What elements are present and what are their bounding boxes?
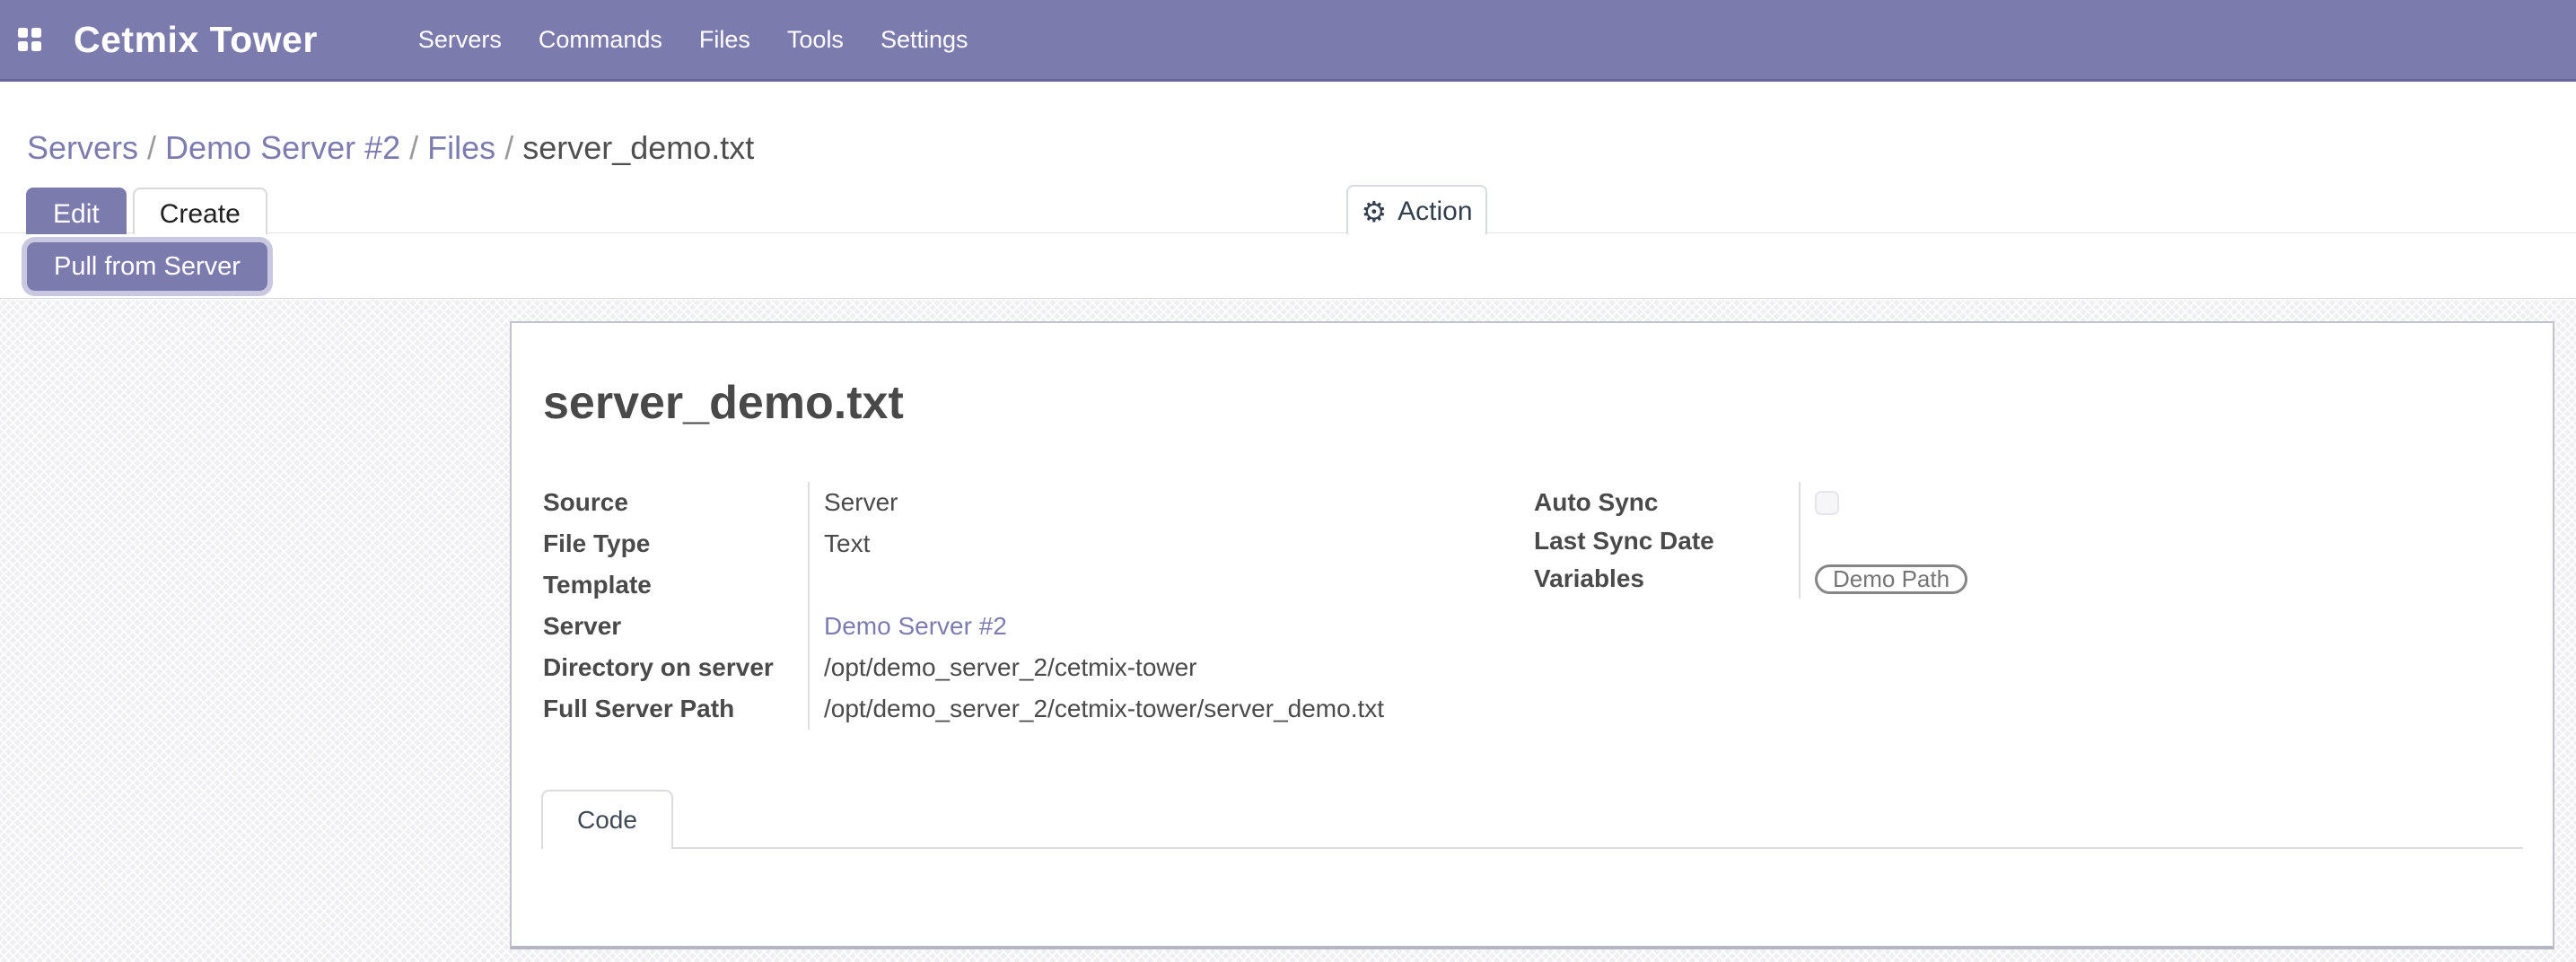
field-label-server: Server bbox=[541, 606, 808, 647]
field-group-left: Source Server File Type Text Template Se… bbox=[541, 482, 1532, 730]
field-value-source: Server bbox=[808, 482, 1532, 523]
auto-sync-checkbox[interactable] bbox=[1815, 491, 1839, 515]
notebook: Code bbox=[541, 790, 2523, 849]
breadcrumb: Servers/Demo Server #2/Files/server_demo… bbox=[27, 127, 754, 169]
field-label-file-type: File Type bbox=[541, 523, 808, 564]
field-label-last-sync-date: Last Sync Date bbox=[1532, 523, 1799, 559]
breadcrumb-link-files[interactable]: Files bbox=[427, 129, 495, 166]
breadcrumb-link-servers[interactable]: Servers bbox=[27, 129, 138, 166]
menu-item-tools[interactable]: Tools bbox=[787, 0, 844, 79]
breadcrumb-current: server_demo.txt bbox=[522, 129, 754, 166]
field-label-auto-sync: Auto Sync bbox=[1532, 482, 1799, 523]
menu-item-commands[interactable]: Commands bbox=[539, 0, 662, 79]
status-strip: Pull from Server bbox=[0, 234, 2576, 299]
form-buttons: Edit Create bbox=[26, 188, 267, 241]
field-value-last-sync-date bbox=[1799, 523, 2523, 559]
menu-item-settings[interactable]: Settings bbox=[881, 0, 968, 79]
breadcrumb-separator: / bbox=[400, 129, 427, 166]
field-group-right: Auto Sync Last Sync Date Variables Demo … bbox=[1532, 482, 2523, 730]
field-value-file-type: Text bbox=[808, 523, 1532, 564]
edit-button[interactable]: Edit bbox=[26, 188, 127, 241]
apps-grid-dot bbox=[31, 41, 41, 51]
variable-tag-demo-path[interactable]: Demo Path bbox=[1815, 564, 1967, 594]
record-title: server_demo.txt bbox=[543, 375, 2523, 431]
action-dropdown-button[interactable]: ⚙ Action bbox=[1346, 185, 1487, 239]
apps-grid-icon[interactable] bbox=[18, 28, 41, 51]
field-value-variables: Demo Path bbox=[1799, 559, 2523, 599]
control-panel: Servers/Demo Server #2/Files/server_demo… bbox=[0, 84, 2576, 233]
field-label-directory: Directory on server bbox=[541, 647, 808, 688]
menu-item-servers[interactable]: Servers bbox=[418, 0, 502, 79]
field-value-directory: /opt/demo_server_2/cetmix-tower bbox=[808, 647, 1532, 688]
field-value-full-path: /opt/demo_server_2/cetmix-tower/server_d… bbox=[808, 688, 1532, 730]
field-value-auto-sync bbox=[1799, 482, 2523, 523]
field-label-source: Source bbox=[541, 482, 808, 523]
brand-title[interactable]: Cetmix Tower bbox=[74, 19, 318, 61]
apps-grid-dot bbox=[18, 28, 28, 38]
action-label: Action bbox=[1398, 197, 1472, 227]
main-menu: Servers Commands Files Tools Settings bbox=[418, 0, 968, 79]
form-sheet: server_demo.txt Source Server File Type … bbox=[510, 321, 2554, 949]
field-value-server: Demo Server #2 bbox=[808, 606, 1532, 647]
tab-code[interactable]: Code bbox=[541, 790, 673, 849]
create-button[interactable]: Create bbox=[133, 188, 267, 241]
field-label-template: Template bbox=[541, 564, 808, 606]
gear-icon: ⚙ bbox=[1361, 197, 1387, 226]
notebook-tab-bar: Code bbox=[541, 790, 2523, 849]
pull-from-server-button[interactable]: Pull from Server bbox=[27, 242, 267, 291]
apps-grid-dot bbox=[31, 28, 41, 38]
field-label-full-path: Full Server Path bbox=[541, 688, 808, 730]
field-label-variables: Variables bbox=[1532, 559, 1799, 599]
top-navbar: Cetmix Tower Servers Commands Files Tool… bbox=[0, 0, 2576, 82]
menu-item-files[interactable]: Files bbox=[699, 0, 750, 79]
server-record-link[interactable]: Demo Server #2 bbox=[824, 612, 1007, 641]
field-groups: Source Server File Type Text Template Se… bbox=[541, 482, 2523, 730]
breadcrumb-link-demo-server[interactable]: Demo Server #2 bbox=[165, 129, 400, 166]
apps-grid-dot bbox=[18, 41, 28, 51]
breadcrumb-separator: / bbox=[495, 129, 522, 166]
form-view-background: server_demo.txt Source Server File Type … bbox=[0, 300, 2576, 962]
field-value-template bbox=[808, 564, 1532, 606]
breadcrumb-separator: / bbox=[138, 129, 165, 166]
